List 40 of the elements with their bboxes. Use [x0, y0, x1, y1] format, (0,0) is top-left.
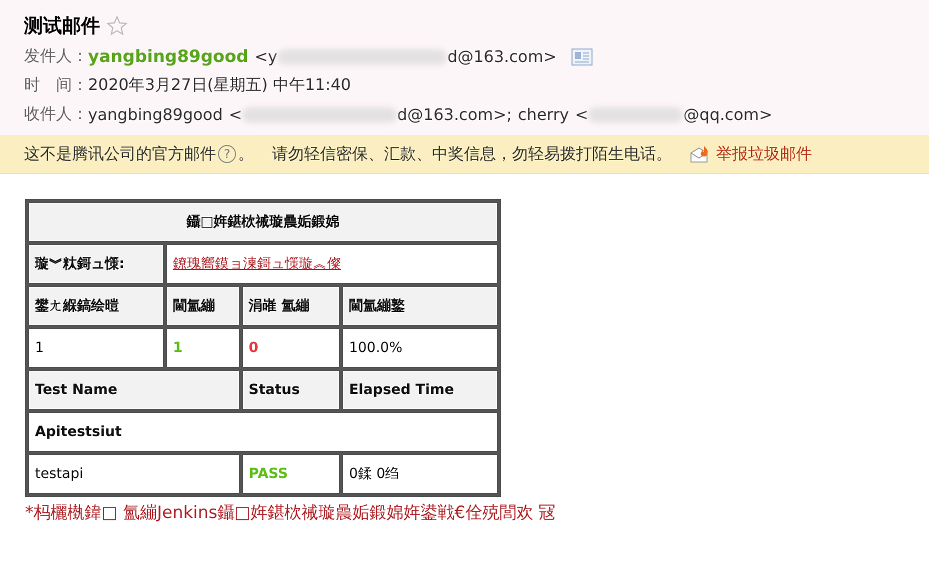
recipient-address: < [575, 105, 588, 124]
sender-label: 发件人： [24, 46, 88, 67]
column-header: 閫氳繃鐜 [340, 285, 499, 327]
table-cell: testapi [27, 453, 241, 495]
sender-address: <y [254, 47, 278, 66]
recipient-address: d@163.com>; [397, 105, 512, 124]
report-spam-link[interactable]: 举报垃圾邮件 [716, 144, 812, 164]
table-cell: 1 [164, 327, 241, 369]
sent-time: 2020年3月27日(星期五) 中午11:40 [88, 75, 351, 96]
notice-text: 这不是腾讯公司的官方邮件 [24, 144, 216, 164]
time-label: 时 间： [24, 75, 88, 96]
column-header: Test Name [27, 369, 241, 411]
column-header: Status [240, 369, 341, 411]
recipients-label: 收件人： [24, 104, 88, 125]
column-header: 閫氳繃 [164, 285, 241, 327]
recipient-name[interactable]: cherry [518, 105, 569, 124]
column-header: Elapsed Time [340, 369, 499, 411]
recipient-address: < [228, 105, 242, 124]
warning-text: 请勿轻信密保、汇款、中奖信息，勿轻易拨打陌生电话。 [272, 144, 672, 164]
email-subject: 测试邮件 [24, 14, 100, 39]
footnote: *杩欐槸鍏□ 氳繃Jenkins鑷□姩鍖栨祴璇曟姤鍛婂姩鍙戦€佺殑閭欢 冦 [25, 502, 557, 524]
table-cell: 0鍒 0绉 [340, 453, 499, 495]
notice-text: 。 [238, 144, 254, 164]
contact-card-icon[interactable] [570, 48, 593, 66]
detail-label: 璇︾粏鎶ュ憡: [27, 243, 165, 285]
envelope-flame-icon [690, 145, 710, 163]
table-cell: PASS [240, 453, 341, 495]
detail-link[interactable]: 鐐瑰嚮鏌ョ湅鎶ュ憡璇︽儏 [172, 256, 341, 272]
column-header: 涓嶉 氳繃 [240, 285, 341, 327]
sender-address: d@163.com> [447, 47, 557, 66]
column-header: 鐢ㄤ緥鎬绘暟 [27, 285, 165, 327]
table-cell: 1 [27, 327, 165, 369]
help-icon[interactable]: ? [218, 145, 236, 163]
recipient-address: @qq.com> [683, 105, 772, 124]
table-cell: 100.0% [340, 327, 499, 369]
table-cell: 0 [240, 327, 341, 369]
report-title: 鑷□姩鍖栨祴璇曟姤鍛婂 [27, 201, 499, 243]
suite-name: Apitestsiut [27, 411, 499, 453]
star-icon[interactable] [106, 15, 128, 37]
recipient-name[interactable]: yangbing89good [88, 105, 223, 124]
